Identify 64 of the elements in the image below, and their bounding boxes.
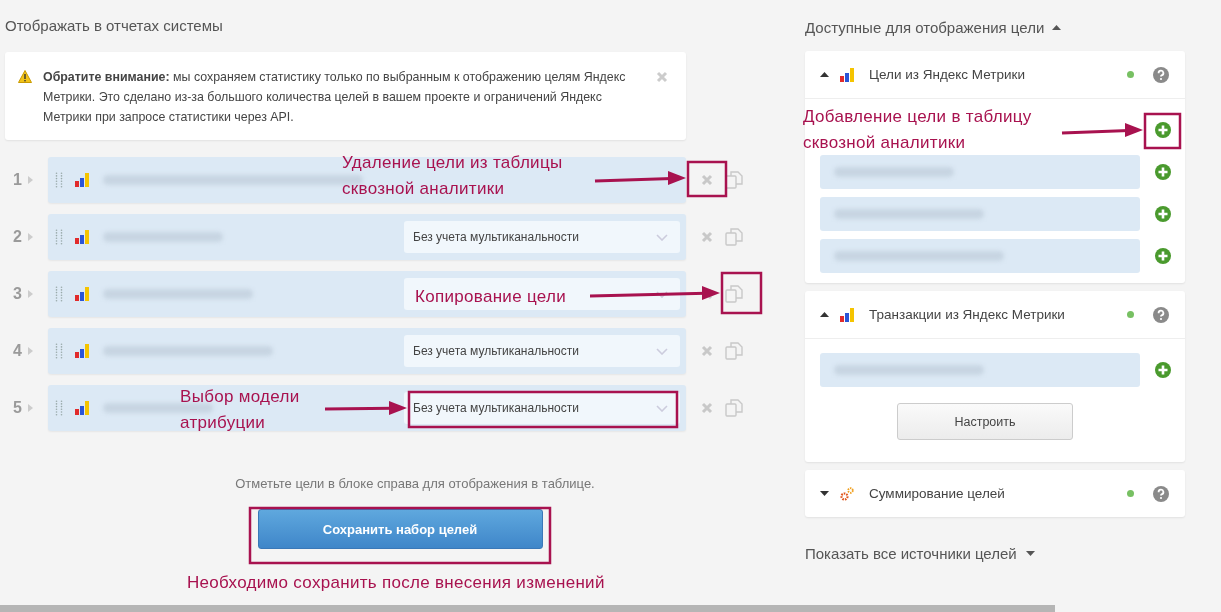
copy-icon[interactable] (725, 171, 743, 189)
expand-arrow-icon[interactable] (28, 347, 33, 355)
bar-chart-icon (75, 401, 89, 415)
bar-chart-icon (75, 287, 89, 301)
gears-icon (840, 486, 854, 501)
row-number: 2 (12, 228, 22, 246)
drag-handle-icon[interactable] (55, 172, 63, 188)
annotation-text: Необходимо сохранить после внесения изменений (187, 572, 605, 594)
bar-chart-icon (75, 230, 89, 244)
toggle-arrow-icon[interactable] (820, 312, 829, 317)
section-title[interactable]: Доступные для отображения цели (805, 18, 1045, 36)
show-all-link[interactable]: Показать все источники целей (805, 545, 1017, 562)
expand-arrow-icon[interactable] (28, 290, 33, 298)
section-title: Отображать в отчетах системы (5, 17, 224, 35)
expand-arrow-icon[interactable] (28, 176, 33, 184)
annotation-text: Копирование цели (415, 286, 566, 308)
warning-icon (18, 70, 32, 83)
caret-up-icon[interactable] (1052, 24, 1062, 30)
attribution-dropdown[interactable]: Без учета мультиканальности (404, 392, 680, 424)
drag-handle-icon[interactable] (55, 286, 63, 302)
attribution-dropdown[interactable]: Без учета мультиканальности (404, 335, 680, 367)
toggle-arrow-icon[interactable] (820, 491, 829, 496)
drag-handle-icon[interactable] (55, 400, 63, 416)
highlight-frame (686, 160, 728, 198)
highlight-frame (720, 271, 763, 315)
add-icon[interactable] (1155, 122, 1171, 138)
status-dot (1127, 311, 1134, 318)
highlight-frame (1143, 112, 1182, 150)
annotation-text: Выбор модели атрибуции (180, 386, 300, 434)
hint-text: Отметьте цели в блоке справа для отображения в таблице. (234, 476, 596, 491)
expand-arrow-icon[interactable] (28, 404, 33, 412)
source-title[interactable]: Суммирование целей (869, 486, 1005, 501)
row-number: 1 (12, 171, 22, 189)
add-icon[interactable] (1155, 362, 1171, 378)
configure-button[interactable]: Настроить (897, 403, 1073, 440)
status-dot (1127, 71, 1134, 78)
row-number: 3 (12, 285, 22, 303)
help-icon[interactable] (1153, 306, 1169, 323)
scrollbar[interactable] (0, 605, 1055, 612)
close-icon[interactable] (656, 71, 668, 83)
toggle-arrow-icon[interactable] (820, 72, 829, 77)
drag-handle-icon[interactable] (55, 229, 63, 245)
help-icon[interactable] (1153, 485, 1169, 502)
caret-down-icon[interactable] (1025, 551, 1035, 556)
add-icon[interactable] (1155, 164, 1171, 180)
bar-chart-icon (840, 67, 854, 82)
annotation-text: Добавление цели в таблицу сквозной аналитики (803, 106, 1032, 154)
source-title[interactable]: Цели из Яндекс Метрики (869, 67, 1025, 82)
attribution-dropdown[interactable]: Без учета мультиканальности (404, 221, 680, 253)
bar-chart-icon (840, 307, 854, 322)
bar-chart-icon (75, 173, 89, 187)
expand-arrow-icon[interactable] (28, 233, 33, 241)
row-number: 5 (12, 399, 22, 417)
add-icon[interactable] (1155, 248, 1171, 264)
drag-handle-icon[interactable] (55, 343, 63, 359)
bar-chart-icon (75, 344, 89, 358)
attribution-dropdown[interactable] (404, 278, 680, 310)
annotation-text: Удаление цели из таблицы сквозной аналитики (342, 152, 563, 200)
add-icon[interactable] (1155, 206, 1171, 222)
status-dot (1127, 490, 1134, 497)
row-number: 4 (12, 342, 22, 360)
help-icon[interactable] (1153, 66, 1169, 83)
notice-text: Обратите внимание: мы сохраняем статистику только по выбранным к отображению целям Яндекс Метрики. Это сделано из-за большого количества целей в вашем проекте и ограничений Яндекс Метрики при запросе статистики через API. (43, 69, 627, 126)
source-title[interactable]: Транзакции из Яндекс Метрики (869, 307, 1065, 322)
